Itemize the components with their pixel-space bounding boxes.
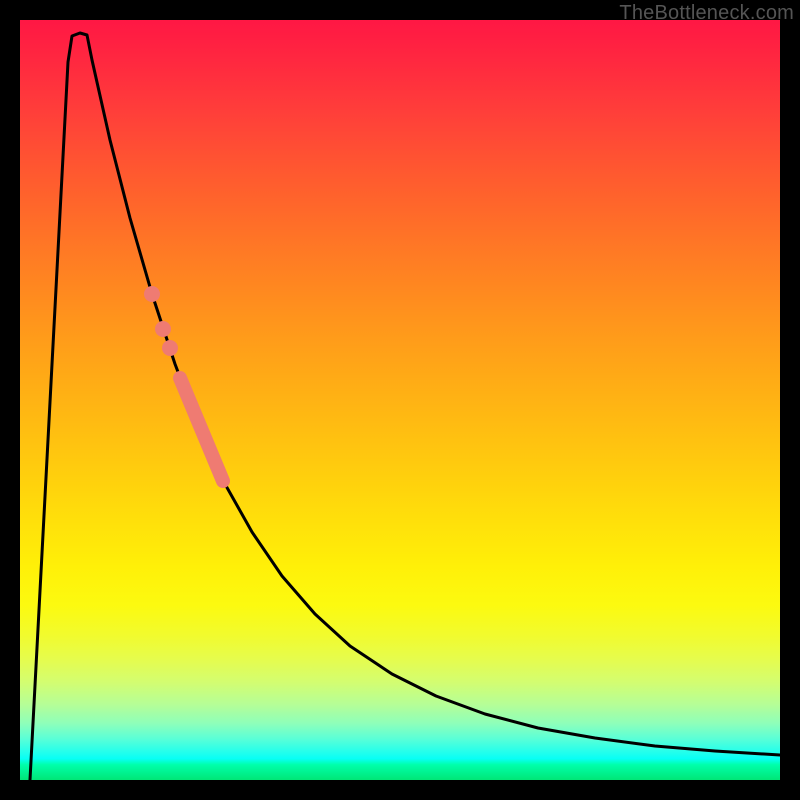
highlight-bar <box>180 378 223 481</box>
watermark-text: TheBottleneck.com <box>619 2 794 25</box>
highlight-dot-3 <box>144 286 160 302</box>
chart-svg-layer <box>20 20 780 780</box>
chart-plot-area <box>20 20 780 780</box>
bottleneck-curve <box>30 33 780 780</box>
highlight-dot-1 <box>162 340 178 356</box>
highlight-dot-2 <box>155 321 171 337</box>
